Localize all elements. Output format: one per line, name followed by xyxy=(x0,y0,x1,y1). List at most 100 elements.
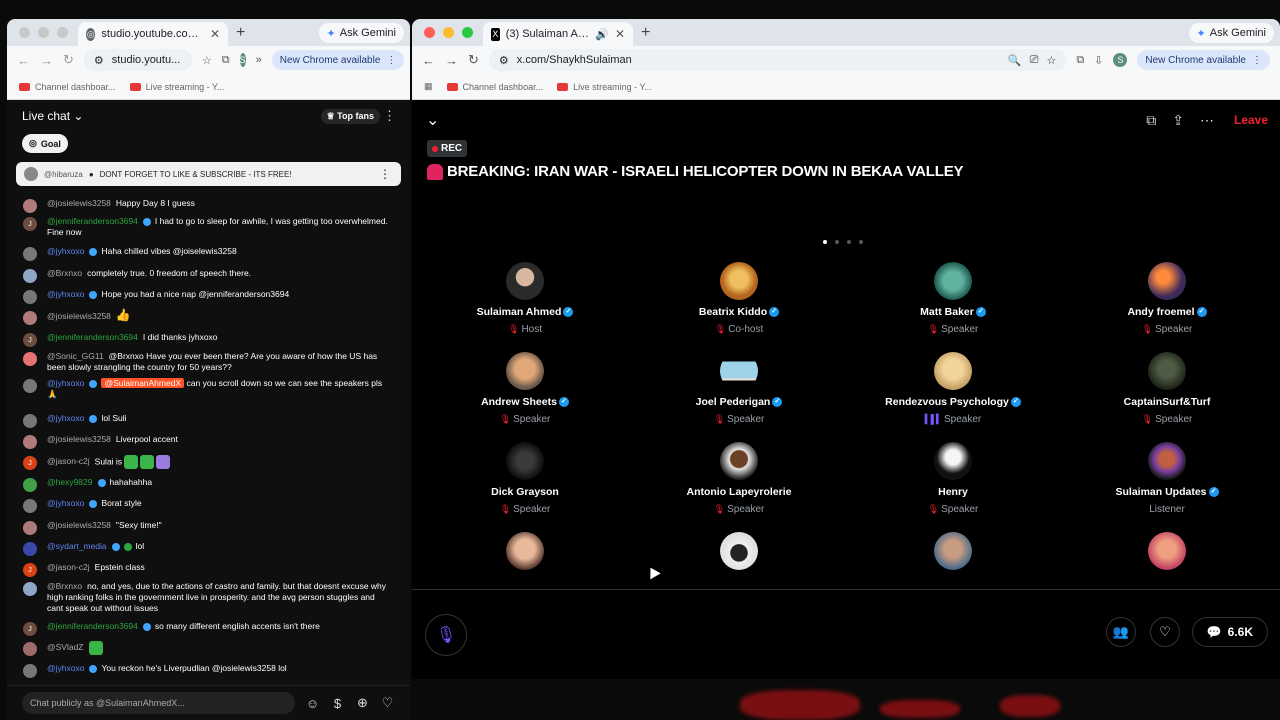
goal-button[interactable]: ◎ Goal xyxy=(22,134,68,153)
message-author[interactable]: @jyhxoxo xyxy=(47,378,84,388)
bookmark-live-streaming[interactable]: Live streaming - Y... xyxy=(129,82,224,92)
back-icon[interactable]: ← xyxy=(422,53,435,68)
ask-gemini-button[interactable]: ✦ Ask Gemini xyxy=(1188,23,1274,43)
top-fans-button[interactable]: ♕ Top fans xyxy=(320,109,380,124)
zoom-window-button[interactable] xyxy=(462,27,473,38)
chat-menu-icon[interactable]: ⋮ xyxy=(383,108,396,124)
page-dot[interactable] xyxy=(847,240,851,244)
message-author[interactable]: @jyhxoxo xyxy=(47,289,84,299)
participant[interactable]: Beatrix Kiddo ✓ 🎙 Co-host xyxy=(632,262,846,344)
add-goal-icon[interactable]: ⊕ xyxy=(355,695,370,711)
profile-avatar[interactable]: S xyxy=(239,53,246,67)
participant[interactable]: Rendezvous Psychology ✓ ▍▌▍ Speaker xyxy=(846,352,1060,434)
people-button[interactable]: 👥 xyxy=(1106,617,1136,647)
message-author[interactable]: @jason-c2j xyxy=(47,456,90,466)
address-bar[interactable]: ⚙ studio.youtu... xyxy=(83,49,192,71)
forward-icon[interactable]: → xyxy=(40,53,53,68)
audio-playing-icon[interactable]: 🔊 xyxy=(595,28,609,41)
participant[interactable]: Sulaiman Updates ✓ Listener xyxy=(1060,442,1274,524)
bookmark-star-icon[interactable]: ☆ xyxy=(202,54,212,67)
participant[interactable] xyxy=(632,532,846,582)
zoom-window-button[interactable] xyxy=(57,27,68,38)
message-author[interactable]: @SVladZ xyxy=(47,642,84,652)
comments-button[interactable]: 💬 6.6K xyxy=(1191,617,1268,647)
pip-icon[interactable]: ⧉ xyxy=(1146,112,1156,129)
participant[interactable]: CaptainSurf&Turf 🎙 Speaker xyxy=(1060,352,1274,434)
message-author[interactable]: @Sonic_GG11 xyxy=(47,351,104,361)
leave-button[interactable]: Leave xyxy=(1234,113,1268,127)
new-tab-button[interactable]: + xyxy=(228,24,253,42)
message-author[interactable]: @josielewis3258 xyxy=(47,198,111,208)
reload-icon[interactable]: ↻ xyxy=(468,52,479,68)
cast-icon[interactable]: ⎚ xyxy=(1030,54,1039,67)
back-icon[interactable]: ← xyxy=(17,53,30,68)
new-tab-button[interactable]: + xyxy=(633,24,658,42)
close-tab-icon[interactable]: ✕ xyxy=(210,27,220,41)
downloads-icon[interactable]: ⇩ xyxy=(1094,54,1103,67)
close-window-button[interactable] xyxy=(424,27,435,38)
reload-icon[interactable]: ↻ xyxy=(63,52,74,68)
new-chrome-available-button[interactable]: New Chrome available ⋮ xyxy=(1137,50,1270,70)
message-author[interactable]: @jason-c2j xyxy=(47,562,90,572)
message-author[interactable]: @jyhxoxo xyxy=(47,498,84,508)
more-options-icon[interactable]: ⋯ xyxy=(1200,112,1214,129)
participant[interactable]: Andy froemel ✓ 🎙 Speaker xyxy=(1060,262,1274,344)
bookmark-channel-dashboard[interactable]: Channel dashboar... xyxy=(19,82,116,92)
message-author[interactable]: @jyhxoxo xyxy=(47,663,84,673)
page-dot[interactable] xyxy=(835,240,839,244)
bookmark-channel-dashboard[interactable]: Channel dashboar... xyxy=(446,82,543,92)
pinned-message[interactable]: @hibaruza ● DONT FORGET TO LIKE & SUBSCR… xyxy=(16,162,401,186)
microphone-button[interactable]: 🎙 xyxy=(425,614,467,656)
heart-icon[interactable]: ♡ xyxy=(380,695,395,711)
participant[interactable] xyxy=(846,532,1060,582)
live-chat-dropdown[interactable]: Live chat ⌄ xyxy=(22,109,83,123)
address-bar[interactable]: ⚙ x.com/ShaykhSulaiman 🔍 ⎚ ☆ xyxy=(488,49,1067,71)
message-author[interactable]: @Brxnxo xyxy=(47,581,82,591)
forward-icon[interactable]: → xyxy=(445,53,458,68)
bookmark-live-streaming[interactable]: Live streaming - Y... xyxy=(557,82,652,92)
message-author[interactable]: @hexy9829 xyxy=(47,477,93,487)
tab-live-chat[interactable]: ◎ studio.youtube.com/live_chat ✕ xyxy=(78,22,228,46)
new-chrome-available-button[interactable]: New Chrome available ⋮ xyxy=(271,50,405,70)
minimize-window-button[interactable] xyxy=(443,27,454,38)
message-author[interactable]: @jenniferanderson3694 xyxy=(47,216,138,226)
pinned-menu-icon[interactable]: ⋮ xyxy=(379,167,391,181)
chat-message-list[interactable]: @josielewis3258 Happy Day 8 I guess J @je… xyxy=(7,196,410,685)
apps-grid-icon[interactable]: ▦ xyxy=(424,81,433,92)
chat-input[interactable]: Chat publicly as @SulaimanAhmedX... xyxy=(22,692,295,714)
ask-gemini-button[interactable]: ✦ Ask Gemini xyxy=(318,23,404,43)
participant[interactable]: Antonio Lapeyrolerie 🎙 Speaker xyxy=(632,442,846,524)
close-window-button[interactable] xyxy=(19,27,30,38)
participant[interactable] xyxy=(418,532,632,582)
zoom-icon[interactable]: 🔍 xyxy=(1008,54,1022,67)
page-dot[interactable] xyxy=(859,240,863,244)
message-author[interactable]: @jenniferanderson3694 xyxy=(47,621,138,631)
participant[interactable]: Sulaiman Ahmed ✓ 🎙 Host xyxy=(418,262,632,344)
emoji-picker-icon[interactable]: ☺ xyxy=(305,696,320,711)
participant[interactable]: Dick Grayson 🎙 Speaker xyxy=(418,442,632,524)
close-tab-icon[interactable]: ✕ xyxy=(615,27,625,41)
bookmark-star-icon[interactable]: ☆ xyxy=(1046,54,1056,67)
message-author[interactable]: @josielewis3258 xyxy=(47,311,111,321)
message-author[interactable]: @jenniferanderson3694 xyxy=(47,332,138,342)
participant[interactable]: Henry 🎙 Speaker xyxy=(846,442,1060,524)
message-author[interactable]: @sydart_media xyxy=(47,541,107,551)
tab-x-space[interactable]: X (3) Sulaiman Ahmed (@S 🔊 ✕ xyxy=(483,22,633,46)
message-author[interactable]: @josielewis3258 xyxy=(47,434,111,444)
super-chat-icon[interactable]: $ xyxy=(330,696,345,711)
share-icon[interactable]: ⇪ xyxy=(1172,112,1184,129)
page-dot[interactable] xyxy=(823,240,827,244)
participant[interactable]: Matt Baker ✓ 🎙 Speaker xyxy=(846,262,1060,344)
minimize-window-button[interactable] xyxy=(38,27,49,38)
message-author[interactable]: @jyhxoxo xyxy=(47,246,84,256)
site-info-icon[interactable]: ⚙ xyxy=(499,54,509,67)
collapse-chevron-icon[interactable]: ⌄ xyxy=(426,110,439,130)
profile-avatar[interactable]: S xyxy=(1113,53,1128,67)
mention-chip[interactable]: @SulaimanAhmedX xyxy=(101,378,185,388)
participant[interactable]: Joel Pederigan ✓ 🎙 Speaker xyxy=(632,352,846,434)
message-author[interactable]: @josielewis3258 xyxy=(47,520,111,530)
participant[interactable] xyxy=(1060,532,1274,582)
react-button[interactable]: ♡ xyxy=(1150,617,1180,647)
extensions-icon[interactable]: ⧉ xyxy=(222,54,230,67)
message-author[interactable]: @jyhxoxo xyxy=(47,413,84,423)
